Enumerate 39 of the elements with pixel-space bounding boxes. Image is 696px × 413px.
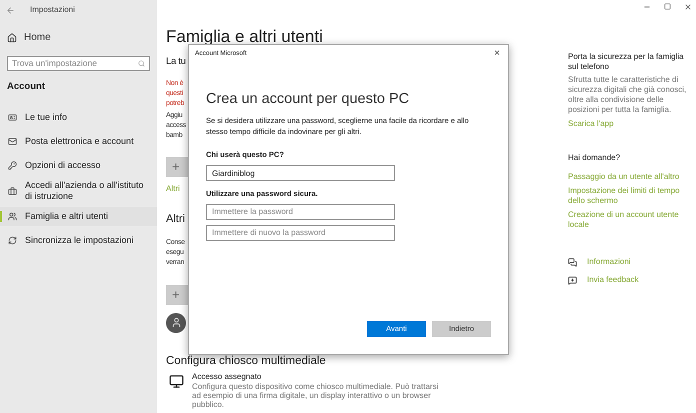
sidebar-item[interactable]: Opzioni di accesso [0, 156, 157, 176]
section-heading: Configura chiosco multimediale [166, 354, 326, 368]
promo-title: Porta la sicurezza per la famiglia sul telefono [568, 52, 685, 72]
back-arrow-icon[interactable] [6, 6, 15, 14]
password-field[interactable]: Immettere la password [206, 204, 395, 220]
section-heading: Account [7, 80, 45, 94]
sidebar-item[interactable]: Accedi all'azienda o all'istituto di istruzione [0, 180, 157, 202]
search-field[interactable]: Trova un'impostazione [7, 56, 150, 71]
item-description: Configura questo dispositivo come chiosco multimediale. Può trattarsi ad esempio di una firma digitale, un display interattivo o un browser pubblico. [192, 382, 440, 409]
monitor-icon [169, 374, 184, 389]
promo-text: Sfrutta tutte le caratteristiche di sicurezza digitali che già conosci, oltre alla condivisione delle posizioni per tutta la famiglia. [568, 75, 688, 115]
chat-icon [568, 258, 577, 266]
sidebar-item[interactable]: Famiglia e altri utenti [0, 207, 157, 226]
page-title: Famiglia e altri utenti [166, 27, 323, 47]
sidebar-item[interactable]: Sincronizza le impostazioni [0, 231, 157, 250]
close-button[interactable]: × [492, 49, 502, 59]
sidebar-item[interactable]: Le tue info [0, 108, 157, 128]
envelope-icon [8, 137, 17, 146]
user-icon [170, 317, 182, 328]
key-icon [8, 161, 17, 170]
feedback-icon [568, 276, 577, 284]
section-heading: La tu [166, 55, 186, 69]
section-heading: Hai domande? [568, 152, 620, 164]
home-link[interactable]: Home [7, 30, 51, 45]
user-name-field[interactable]: Giardiniblog [206, 165, 395, 182]
close-icon[interactable] [684, 3, 692, 11]
confirm-password-field[interactable]: Immettere di nuovo la password [206, 224, 395, 240]
section-heading: Altri [166, 212, 185, 228]
sync-icon [8, 236, 17, 246]
window-title: Impostazioni [30, 4, 75, 16]
dialog-heading: Crea un account per questo PC [206, 90, 410, 108]
id-card-icon [8, 113, 17, 122]
briefcase-icon [8, 186, 17, 196]
item-title: Accesso assegnato [192, 372, 262, 382]
search-icon [138, 60, 145, 67]
maximize-icon[interactable] [664, 3, 671, 10]
home-icon [7, 32, 17, 42]
people-icon [8, 212, 17, 222]
sidebar-item[interactable]: Posta elettronica e account [0, 132, 157, 152]
